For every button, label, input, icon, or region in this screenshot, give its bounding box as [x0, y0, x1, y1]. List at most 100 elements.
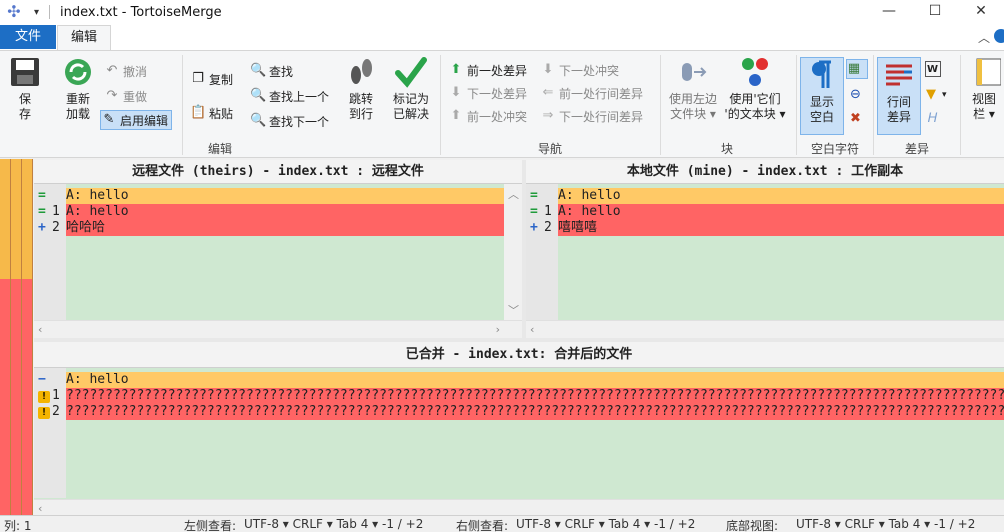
- scroll-down-icon[interactable]: ﹀: [508, 302, 519, 318]
- ribbon-collapse-icon[interactable]: ︿: [978, 29, 990, 46]
- merged-pane[interactable]: 已合并 - index.txt: 合并后的文件 − A: hello! 1?????…: [34, 342, 1004, 515]
- minimize-button[interactable]: —: [866, 0, 912, 24]
- diff-line[interactable]: − A: hello: [34, 372, 1004, 388]
- show-whitespace-button[interactable]: 显示 空白: [800, 57, 844, 135]
- line-state-icon: =: [38, 188, 46, 203]
- tortoisemerge-app-icon[interactable]: ✣: [4, 2, 24, 22]
- pane-splitter[interactable]: [522, 160, 526, 338]
- line-state-icon: +: [38, 220, 46, 235]
- theirs-vertical-scrollbar[interactable]: ︿ ﹀: [504, 184, 522, 320]
- redo-button[interactable]: ↷ 重做: [104, 86, 147, 106]
- mine-horizontal-scrollbar[interactable]: ‹: [526, 320, 1004, 338]
- status-bottom-view-info[interactable]: UTF-8 ▾ CRLF ▾ Tab 4 ▾ -1 / +2: [796, 517, 975, 531]
- tab-edit[interactable]: 编辑: [57, 25, 111, 50]
- use-their-block-icon: [742, 58, 768, 86]
- scroll-right-icon[interactable]: ›: [496, 323, 500, 336]
- theirs-pane-header: 远程文件 (theirs) - index.txt : 远程文件: [34, 160, 522, 184]
- line-text: 嘻嘻嘻: [558, 220, 598, 235]
- diff-line[interactable]: ! 2??????????????????????????????????????…: [34, 404, 1004, 420]
- diff-line[interactable]: +2 嘻嘻嘻: [526, 220, 1004, 236]
- maximize-button[interactable]: ☐: [912, 0, 958, 24]
- window-title: index.txt - TortoiseMerge: [60, 4, 222, 20]
- dropdown-arrow-icon: ▾: [942, 90, 947, 100]
- location-bar[interactable]: [0, 159, 34, 515]
- line-text: A: hello: [558, 204, 621, 219]
- find-button[interactable]: 🔍 查找: [250, 61, 293, 81]
- next-conflict-button[interactable]: ⬇ 下一处冲突: [540, 60, 619, 80]
- prev-diff-button[interactable]: ⬆ 前一处差异: [448, 60, 527, 80]
- theirs-horizontal-scrollbar[interactable]: ‹ ›: [34, 320, 522, 338]
- diff-line[interactable]: ! 1??????????????????????????????????????…: [34, 388, 1004, 404]
- merged-horizontal-scrollbar[interactable]: ‹: [34, 499, 1004, 515]
- close-button[interactable]: ✕: [958, 0, 1004, 24]
- enable-edit-button[interactable]: ✎ 启用编辑: [100, 110, 173, 130]
- quick-access-dropdown-icon[interactable]: ▾: [34, 7, 39, 18]
- diff-line[interactable]: = A: hello: [34, 188, 504, 204]
- paste-button[interactable]: 📋 粘贴: [190, 103, 233, 123]
- next-inline-diff-button[interactable]: ⇒ 下一处行间差异: [540, 106, 643, 126]
- theirs-pane[interactable]: 远程文件 (theirs) - index.txt : 远程文件 = A: hel…: [34, 160, 522, 338]
- diff-line[interactable]: = 1 A: hello: [526, 204, 1004, 220]
- undo-icon: ↶: [106, 63, 118, 78]
- italic-h-icon: 𝐻: [927, 111, 938, 126]
- diff-filter-button[interactable]: ▼ ▾: [923, 85, 953, 105]
- status-right-view-info[interactable]: UTF-8 ▾ CRLF ▾ Tab 4 ▾ -1 / +2: [516, 517, 695, 531]
- next-diff-button[interactable]: ⬇ 下一处差异: [448, 83, 527, 103]
- prev-conflict-button[interactable]: ⬆ 前一处冲突: [448, 106, 527, 126]
- group-separator: [660, 55, 661, 155]
- view-bar-button[interactable]: 视图 栏 ▾: [964, 55, 1004, 122]
- whitespace-option-1[interactable]: ▦: [846, 59, 868, 79]
- arrow-up-icon: ⬆: [450, 108, 462, 123]
- conflict-warning-icon: !: [38, 388, 52, 404]
- goto-line-button[interactable]: 跳转 到行: [342, 55, 380, 122]
- filter-icon: ▼: [926, 87, 936, 102]
- find-prev-button[interactable]: 🔍 查找上一个: [250, 86, 329, 106]
- status-right-view-label: 右侧查看:: [456, 519, 509, 532]
- group-label-whitespace: 空白字符: [810, 142, 859, 156]
- prev-inline-diff-button[interactable]: ⇐ 前一处行间差异: [540, 83, 643, 103]
- diff-line[interactable]: +2 哈哈哈: [34, 220, 504, 236]
- whitespace-option-2[interactable]: ⊖: [846, 85, 868, 105]
- copy-button[interactable]: ❐ 复制: [190, 69, 233, 89]
- help-icon[interactable]: [994, 29, 1004, 43]
- find-next-button[interactable]: 🔍 查找下一个: [250, 111, 329, 131]
- use-left-block-button[interactable]: 使用左边 文件块 ▾: [664, 55, 722, 122]
- horizontal-splitter[interactable]: [34, 338, 1004, 342]
- arrow-up-green-icon: ⬆: [450, 62, 462, 77]
- line-text: 哈哈哈: [66, 220, 106, 235]
- scroll-left-icon[interactable]: ‹: [530, 323, 534, 336]
- line-number: 1: [52, 388, 60, 403]
- ribbon: 保 存 重新 加载 ↶ 撤消 ↷ 重做 ✎ 启用编辑 ❐ 复制 📋 粘贴 🔍 查…: [0, 50, 1004, 158]
- inline-up-icon: ⇐: [542, 85, 554, 100]
- inline-diff-icon: [886, 64, 912, 86]
- line-text: A: hello: [66, 188, 129, 203]
- whitespace-ring-icon: ⊖: [850, 87, 861, 102]
- word-diff-button[interactable]: W: [923, 59, 945, 79]
- status-left-view-label: 左侧查看:: [184, 519, 237, 532]
- scroll-left-icon[interactable]: ‹: [38, 323, 42, 336]
- group-separator: [796, 55, 797, 155]
- footprints-icon: [351, 59, 372, 84]
- use-their-block-button[interactable]: 使用'它们 '的文本块 ▾: [722, 55, 788, 122]
- mark-resolved-button[interactable]: 标记为 已解决: [388, 55, 434, 122]
- scroll-left-icon[interactable]: ‹: [38, 502, 42, 515]
- inline-diff-button[interactable]: 行间 差异: [877, 57, 921, 135]
- reload-button[interactable]: 重新 加载: [58, 55, 98, 122]
- group-label-nav: 导航: [537, 142, 562, 156]
- diff-option-button[interactable]: 𝐻: [923, 109, 945, 129]
- tab-file[interactable]: 文件: [0, 25, 56, 49]
- diff-line[interactable]: = A: hello: [526, 188, 1004, 204]
- search-icon: 🔍: [250, 63, 267, 78]
- group-separator: [960, 55, 961, 155]
- conflict-warning-icon: !: [38, 404, 52, 420]
- whitespace-option-3[interactable]: ✖: [846, 109, 868, 129]
- use-left-block-icon: [682, 63, 707, 81]
- scroll-up-icon[interactable]: ︿: [508, 186, 519, 202]
- undo-button[interactable]: ↶ 撤消: [104, 61, 147, 81]
- diff-line[interactable]: = 1 A: hello: [34, 204, 504, 220]
- status-left-view-info[interactable]: UTF-8 ▾ CRLF ▾ Tab 4 ▾ -1 / +2: [244, 517, 423, 531]
- mine-pane[interactable]: 本地文件 (mine) - index.txt : 工作副本 = A: hello…: [526, 160, 1004, 338]
- search-down-icon: 🔍: [250, 113, 267, 128]
- group-separator: [440, 55, 441, 155]
- save-button[interactable]: 保 存: [6, 55, 44, 122]
